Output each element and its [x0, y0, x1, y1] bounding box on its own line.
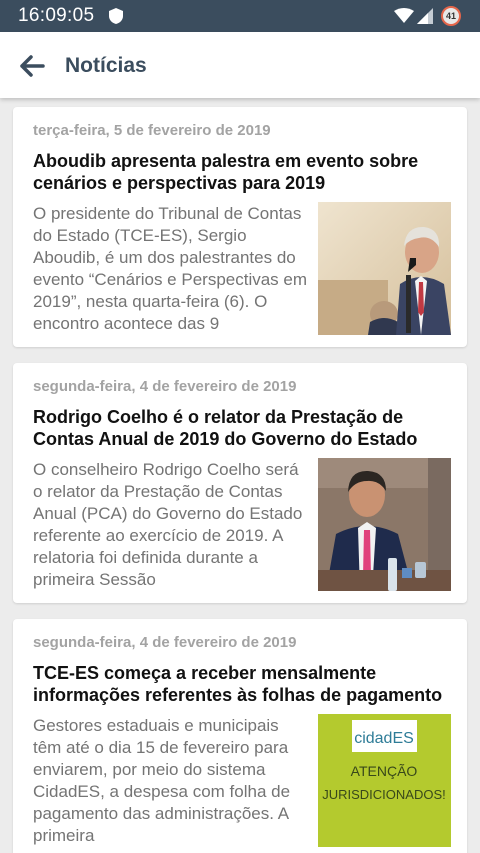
- news-date: terça-feira, 5 de fevereiro de 2019: [33, 122, 271, 139]
- status-bar: 16:09:05 41: [0, 0, 480, 32]
- signal-icon: [417, 8, 433, 24]
- image-caption-line1: ATENÇÃO: [351, 763, 418, 779]
- news-card[interactable]: segunda-feira, 4 de fevereiro de 2019 Ro…: [13, 363, 467, 603]
- status-time: 16:09:05: [18, 5, 95, 26]
- news-feed[interactable]: terça-feira, 5 de fevereiro de 2019 Abou…: [0, 98, 480, 853]
- image-logo-text: cidadES: [354, 730, 414, 747]
- news-card[interactable]: terça-feira, 5 de fevereiro de 2019 Abou…: [13, 107, 467, 347]
- wifi-icon: [394, 8, 414, 23]
- news-thumbnail: [318, 202, 451, 335]
- news-date: segunda-feira, 4 de fevereiro de 2019: [33, 378, 297, 395]
- back-arrow-icon[interactable]: [18, 52, 46, 80]
- news-title: Rodrigo Coelho é o relator da Prestação …: [33, 407, 418, 449]
- news-summary: O conselheiro Rodrigo Coelho será o rela…: [33, 460, 303, 589]
- news-thumbnail: cidadES ATENÇÃO JURISDICIONADOS!: [318, 714, 451, 847]
- news-summary: Gestores estaduais e municipais têm até …: [33, 716, 291, 845]
- app-bar: Notícias: [0, 32, 480, 98]
- battery-icon: 41: [441, 6, 461, 26]
- news-thumbnail: [318, 458, 451, 591]
- shield-icon: [109, 8, 123, 24]
- news-title: TCE-ES começa a receber mensalmente info…: [33, 663, 443, 705]
- news-summary: O presidente do Tribunal de Contas do Es…: [33, 204, 308, 333]
- news-card[interactable]: segunda-feira, 4 de fevereiro de 2019 TC…: [13, 619, 467, 853]
- news-date: segunda-feira, 4 de fevereiro de 2019: [33, 634, 297, 651]
- page-title: Notícias: [65, 54, 147, 77]
- news-title: Aboudib apresenta palestra em evento sob…: [33, 151, 419, 193]
- image-caption-line2: JURISDICIONADOS!: [322, 787, 446, 802]
